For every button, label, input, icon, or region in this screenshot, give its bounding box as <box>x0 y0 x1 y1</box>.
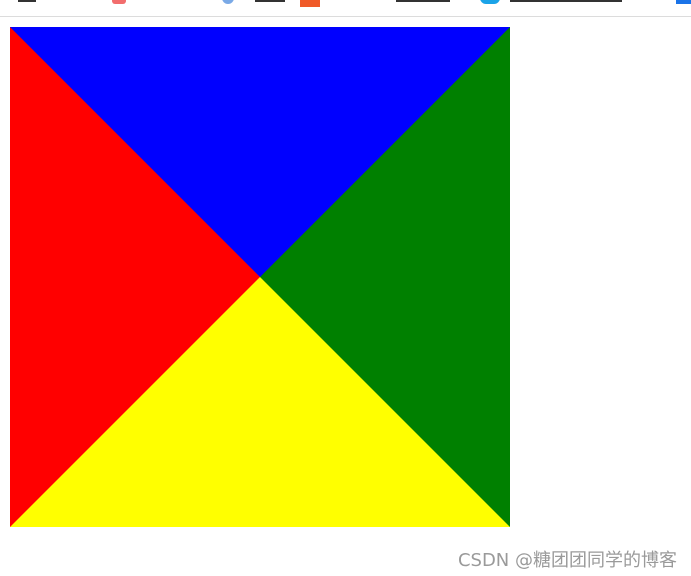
bookmark-text-fragment[interactable] <box>396 0 450 2</box>
bookmark-red-icon[interactable] <box>112 0 126 4</box>
bookmark-text-fragment[interactable] <box>18 0 36 2</box>
four-triangle-square <box>10 27 510 527</box>
bookmark-text-fragment[interactable] <box>510 0 622 2</box>
triangle-square-container <box>10 27 510 527</box>
page: CSDN @糖团团同学的博客 <box>0 0 691 576</box>
bookmark-text-fragment[interactable] <box>255 0 285 2</box>
csdn-watermark: CSDN @糖团团同学的博客 <box>457 550 677 571</box>
bookmark-orange-icon[interactable] <box>300 0 320 7</box>
bookmarks-bar <box>0 0 691 17</box>
bookmark-person-icon[interactable] <box>222 0 234 4</box>
bookmark-cyan-icon[interactable] <box>480 0 500 4</box>
bookmark-blue-icon[interactable] <box>676 0 691 4</box>
